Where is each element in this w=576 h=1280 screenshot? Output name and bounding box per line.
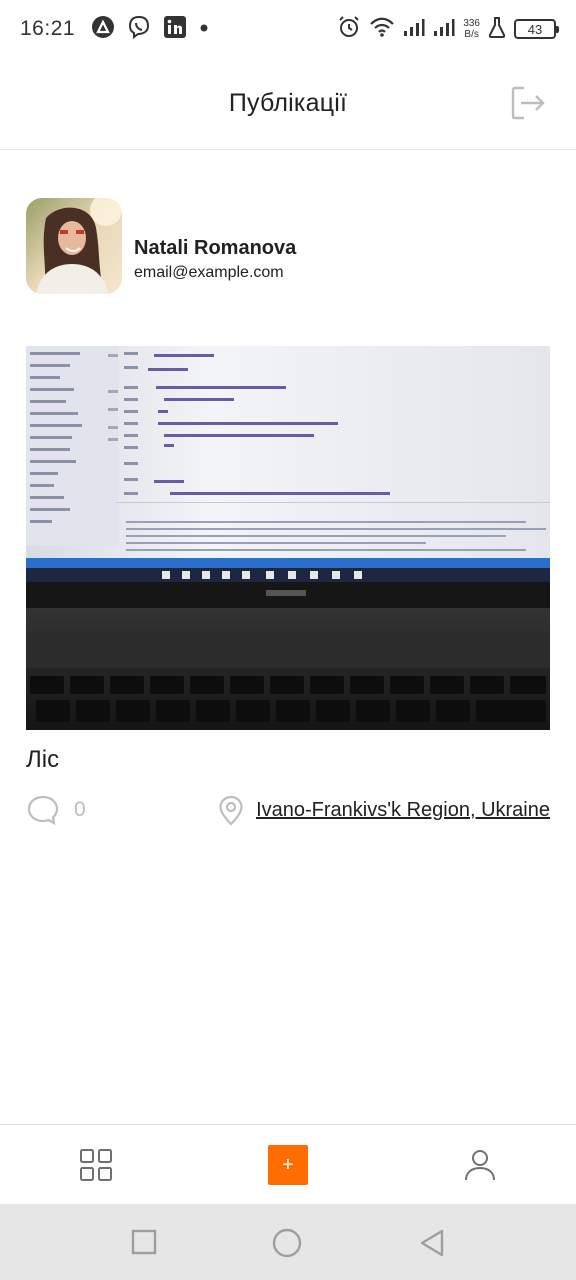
post-meta: 0 Ivano-Frankivs'k Region, Ukraine	[26, 790, 550, 830]
home-button[interactable]	[272, 1228, 302, 1263]
status-time: 16:21	[20, 17, 76, 40]
logout-button[interactable]	[510, 84, 546, 122]
status-bar: 16:21 336 B/s 43	[0, 0, 576, 58]
battery-icon: 43	[514, 19, 559, 39]
system-navigation-bar	[0, 1204, 576, 1280]
page-title: Публікації	[228, 89, 348, 117]
net-speed-value: 336	[463, 18, 480, 29]
profile-email: email@example.com	[134, 264, 284, 281]
header: Публікації	[0, 58, 576, 150]
back-button[interactable]	[418, 1228, 446, 1263]
avatar	[26, 198, 122, 294]
grid-icon	[80, 1149, 112, 1181]
profile-card: Natali Romanova email@example.com	[26, 198, 296, 294]
alarm-icon	[337, 15, 361, 44]
logout-icon	[511, 86, 545, 120]
signal-icon	[433, 17, 455, 42]
notification-app-icon	[91, 15, 115, 44]
location-pin-icon	[219, 795, 243, 826]
tab-bar: +	[0, 1124, 576, 1204]
linkedin-icon	[163, 15, 187, 44]
user-icon	[465, 1150, 495, 1181]
post-title: Ліс	[26, 746, 60, 773]
notification-icons	[91, 15, 209, 44]
signal-icon	[403, 17, 425, 42]
recents-button[interactable]	[130, 1228, 158, 1261]
comment-count: 0	[74, 798, 86, 821]
net-speed-unit: B/s	[464, 29, 479, 40]
system-status-icons: 336 B/s 43	[337, 15, 559, 44]
back-icon	[420, 1229, 444, 1257]
profile-info: Natali Romanova email@example.com	[134, 237, 296, 282]
net-speed: 336 B/s	[463, 18, 480, 40]
flask-icon	[488, 16, 506, 43]
home-icon	[272, 1228, 302, 1258]
profile-name: Natali Romanova	[134, 237, 297, 259]
comments-button[interactable]: 0	[26, 794, 86, 826]
location-link[interactable]: Ivano-Frankivs'k Region, Ukraine	[216, 794, 550, 826]
create-post-button[interactable]: +	[268, 1145, 308, 1185]
viber-icon	[127, 15, 151, 44]
tab-profile[interactable]	[462, 1147, 498, 1188]
plus-icon: +	[282, 1153, 294, 1176]
tab-posts[interactable]	[78, 1147, 114, 1188]
wifi-icon	[369, 16, 395, 43]
recents-icon	[131, 1229, 157, 1255]
dot-icon	[199, 20, 209, 38]
location-text[interactable]: Ivano-Frankivs'k Region, Ukraine	[256, 799, 550, 822]
post-photo[interactable]	[26, 346, 550, 730]
comment-icon	[27, 795, 59, 826]
